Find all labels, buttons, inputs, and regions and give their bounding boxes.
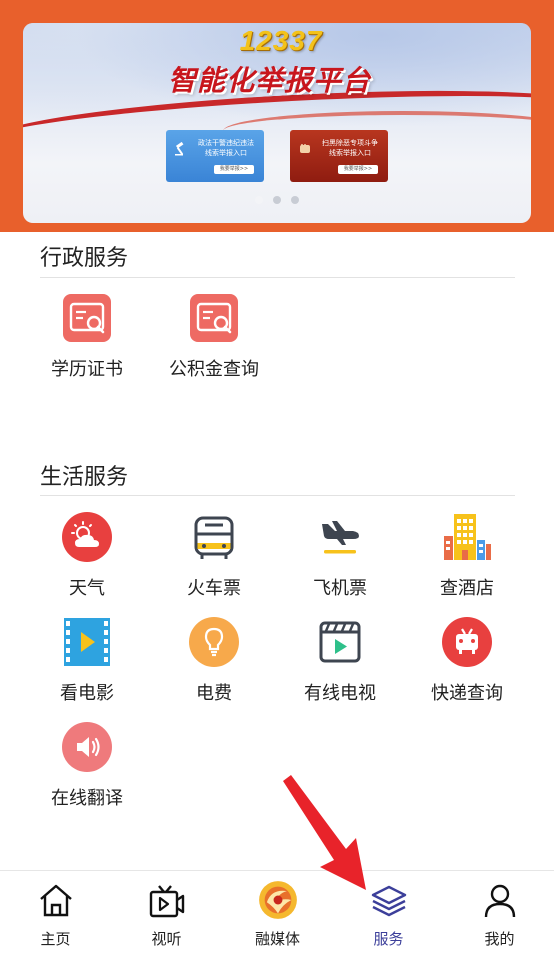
service-education-certificate[interactable]: 学历证书	[23, 293, 151, 384]
admin-services-title: 行政服务	[40, 246, 129, 271]
carousel-indicator	[23, 196, 531, 204]
service-label: 公积金查询	[169, 359, 259, 380]
service-train-ticket[interactable]: 火车票	[150, 512, 278, 603]
certificate-search-icon	[63, 294, 111, 342]
service-cable-tv[interactable]: 有线电视	[276, 617, 404, 708]
service-flight-ticket[interactable]: 飞机票	[276, 512, 404, 603]
section-divider	[40, 277, 515, 278]
service-hotel[interactable]: 查酒店	[403, 512, 531, 603]
banner-card-police-text: 政法干警违纪违法 线索举报入口	[198, 139, 254, 157]
media-logo-icon	[258, 881, 297, 919]
service-label: 火车票	[187, 578, 241, 599]
person-icon	[484, 884, 515, 918]
airplane-icon	[322, 521, 359, 554]
service-electricity[interactable]: 电费	[150, 617, 278, 708]
banner-hotline: 12337	[239, 25, 323, 56]
tab-label: 融媒体	[254, 930, 300, 948]
hotel-icon	[444, 514, 491, 560]
banner-card-police-button[interactable]: 我要举报>>	[214, 165, 254, 174]
service-label: 飞机票	[313, 578, 367, 599]
weather-icon	[62, 512, 112, 562]
service-label: 电费	[196, 683, 232, 704]
gavel-icon	[175, 142, 184, 156]
bottom-tab-bar: 主页 视听 融媒体 服务 我的	[0, 870, 554, 956]
banner-card-crime-report[interactable]: 扫黑除恶专项斗争 线索举报入口 我要举报>>	[290, 130, 388, 182]
banner-card-crime-text: 扫黑除恶专项斗争 线索举报入口	[322, 139, 378, 157]
video-icon	[149, 885, 184, 918]
life-services-title: 生活服务	[40, 465, 129, 490]
promo-banner[interactable]: 12337 智能化举报平台 政法干警违纪违法 线索举报入口 我要举报>> 扫黑除…	[23, 23, 531, 223]
banner-card-police-report[interactable]: 政法干警违纪违法 线索举报入口 我要举报>>	[166, 130, 264, 182]
service-housing-fund[interactable]: 公积金查询	[150, 293, 278, 384]
tab-profile[interactable]: 我的	[444, 871, 554, 956]
service-delivery[interactable]: 快递查询	[403, 617, 531, 708]
cable-tv-icon	[319, 621, 361, 663]
service-weather[interactable]: 天气	[23, 512, 151, 603]
fund-search-icon	[190, 294, 238, 342]
service-label: 快递查询	[431, 683, 503, 704]
tab-media[interactable]: 融媒体	[222, 871, 333, 956]
movie-icon	[64, 618, 110, 666]
section-divider	[40, 495, 515, 496]
train-icon	[194, 516, 234, 559]
carousel-dot[interactable]	[255, 196, 263, 204]
service-translate[interactable]: 在线翻译	[23, 722, 151, 813]
service-movie[interactable]: 看电影	[23, 617, 151, 708]
delivery-icon	[442, 617, 492, 667]
service-label: 学历证书	[51, 359, 123, 380]
service-label: 看电影	[60, 683, 114, 704]
fist-icon	[300, 144, 310, 153]
lightbulb-icon	[189, 617, 239, 667]
service-label: 在线翻译	[51, 788, 123, 809]
banner-title: 智能化举报平台	[168, 64, 372, 97]
tab-label: 视听	[151, 930, 182, 948]
layers-icon	[371, 885, 406, 917]
tab-home[interactable]: 主页	[0, 871, 111, 956]
carousel-dot[interactable]	[291, 196, 299, 204]
service-label: 查酒店	[440, 578, 494, 599]
service-label: 有线电视	[304, 683, 376, 704]
tab-label: 我的	[484, 930, 515, 948]
service-label: 天气	[69, 578, 105, 599]
tab-video[interactable]: 视听	[111, 871, 222, 956]
carousel-dot[interactable]	[273, 196, 281, 204]
tab-label: 服务	[373, 930, 404, 948]
home-icon	[39, 884, 72, 917]
banner-card-crime-button[interactable]: 我要举报>>	[338, 165, 378, 174]
tab-label: 主页	[40, 930, 71, 948]
tab-services[interactable]: 服务	[333, 871, 444, 956]
translate-speaker-icon	[62, 722, 112, 772]
